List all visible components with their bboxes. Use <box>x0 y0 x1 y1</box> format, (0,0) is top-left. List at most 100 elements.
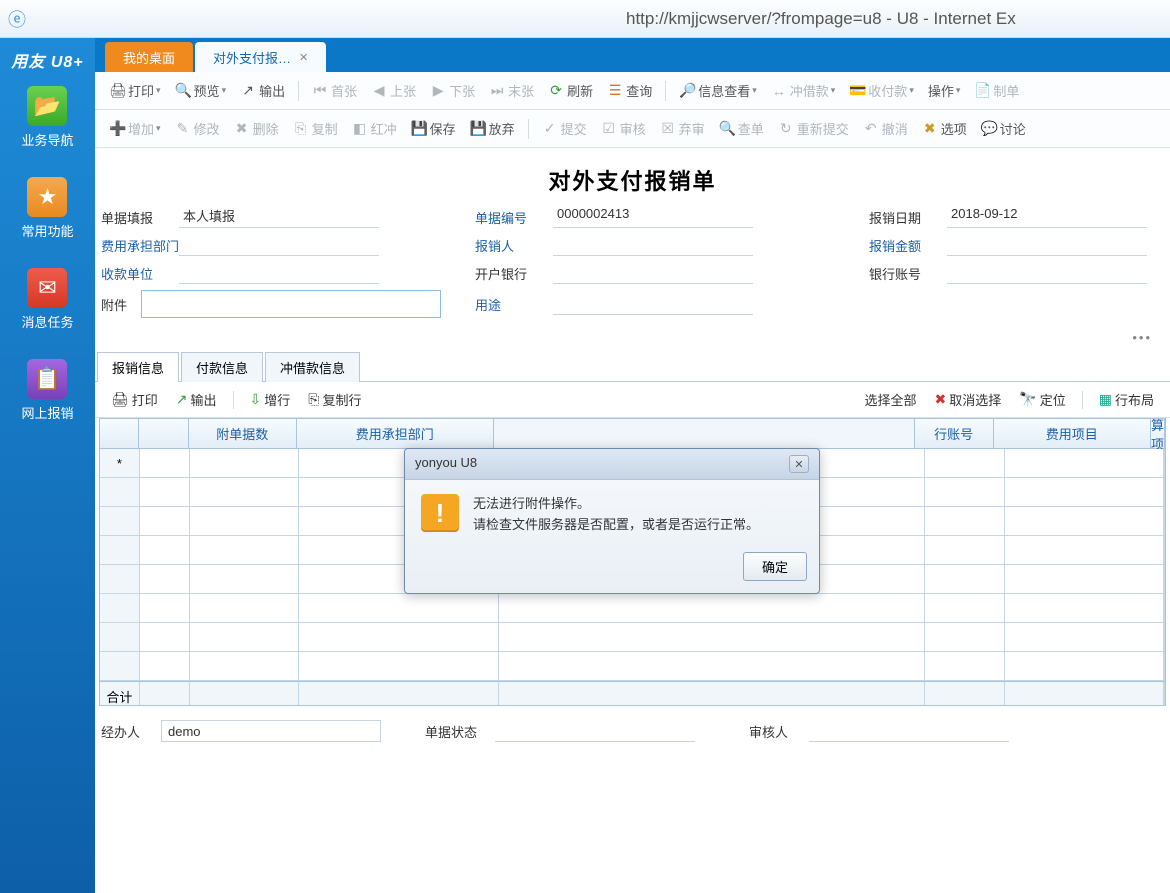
copy-button[interactable]: ⎘复制 <box>287 116 344 141</box>
export-icon: ↗ <box>240 82 256 99</box>
field-value-billfill: 本人填报 <box>179 206 379 228</box>
sidebar-item-message-task[interactable]: ✉ 消息任务 <box>21 268 73 331</box>
refresh-button[interactable]: ⟳刷新 <box>542 78 599 103</box>
next-icon: ▶ <box>430 82 446 99</box>
alert-dialog: yonyou U8 ✕ ! 无法进行附件操作。 请检查文件服务器是否配置，或者是… <box>404 448 820 594</box>
infoquery-button[interactable]: 🔎信息查看▾ <box>673 78 763 103</box>
grid-cell[interactable] <box>1005 449 1164 477</box>
field-value-person[interactable] <box>553 234 753 256</box>
field-label-date: 报销日期 <box>869 208 947 227</box>
ok-button[interactable]: 确定 <box>743 552 807 581</box>
prev-button[interactable]: ◀上张 <box>365 78 422 103</box>
grid-unselect-button[interactable]: ✖取消选择 <box>929 388 1008 411</box>
attachment-input[interactable] <box>141 290 441 318</box>
query-icon: ☰ <box>607 82 623 99</box>
resubmit-icon: ↻ <box>778 120 794 137</box>
field-value-handler[interactable]: demo <box>161 720 381 742</box>
sidebar-item-common-func[interactable]: ★ 常用功能 <box>21 177 73 240</box>
dialog-titlebar[interactable]: yonyou U8 ✕ <box>405 449 819 480</box>
grid-footer: 合计 <box>100 681 1165 706</box>
grid-addrow-button[interactable]: ⇩增行 <box>244 388 297 411</box>
unaudit-icon: ☒ <box>660 120 676 137</box>
toolbar-secondary: ➕增加▾ ✎修改 ✖删除 ⎘复制 ◧红冲 💾保存 💾放弃 ✓提交 ☑审核 ☒弃审… <box>95 110 1170 148</box>
grid-row[interactable] <box>100 652 1165 681</box>
sidebar-item-online-expense[interactable]: 📋 网上报销 <box>21 359 73 422</box>
delete-icon: ✖ <box>234 120 250 137</box>
col-header-account[interactable]: 行账号 <box>915 419 994 448</box>
field-value-billno: 0000002413 <box>553 206 753 228</box>
field-value-bank[interactable] <box>553 262 753 284</box>
submit-button[interactable]: ✓提交 <box>536 116 593 141</box>
field-value-amount[interactable] <box>947 234 1147 256</box>
grid-cell[interactable] <box>1164 449 1165 477</box>
grid-export-button[interactable]: ↗输出 <box>170 388 223 411</box>
clipboard-icon: 📋 <box>27 359 67 399</box>
save-button[interactable]: 💾保存 <box>405 116 462 141</box>
options-button[interactable]: ✖选项 <box>916 116 973 141</box>
col-header-hidden[interactable] <box>494 419 915 448</box>
grid-print-button[interactable]: 🖨打印 <box>105 388 164 411</box>
subtab-offset-info[interactable]: 冲借款信息 <box>265 352 360 382</box>
discuss-button[interactable]: 💬讨论 <box>975 116 1032 141</box>
field-value-dept[interactable] <box>179 234 379 256</box>
col-header-budget-item[interactable]: 预算项目 <box>1151 419 1165 448</box>
grid-locate-button[interactable]: 🔭定位 <box>1013 388 1071 411</box>
operate-button[interactable]: 操作▾ <box>922 78 967 103</box>
add-icon: ➕ <box>109 120 125 137</box>
col-header-rownum[interactable] <box>100 419 139 448</box>
last-button[interactable]: ⏭末张 <box>483 78 540 103</box>
col-header-blank[interactable] <box>139 419 188 448</box>
grid-cell[interactable] <box>925 449 1005 477</box>
hongchong-button[interactable]: ◧红冲 <box>346 116 403 141</box>
field-value-auditor <box>809 720 1009 742</box>
cancelop-button[interactable]: ↶撤消 <box>857 116 914 141</box>
unaudit-button[interactable]: ☒弃审 <box>654 116 711 141</box>
add-button[interactable]: ➕增加▾ <box>103 116 167 141</box>
field-value-account[interactable] <box>947 262 1147 284</box>
preview-button[interactable]: 🔍预览▾ <box>169 78 233 103</box>
resubmit-button[interactable]: ↻重新提交 <box>772 116 855 141</box>
shoufukuan-button[interactable]: 💳收付款▾ <box>843 78 920 103</box>
tab-external-payment[interactable]: 对外支付报…✕ <box>195 42 326 72</box>
field-label-bank: 开户银行 <box>475 264 553 283</box>
separator <box>298 81 299 101</box>
delete-button[interactable]: ✖删除 <box>228 116 285 141</box>
field-value-usage[interactable] <box>553 293 753 315</box>
next-button[interactable]: ▶下张 <box>424 78 481 103</box>
subtabs: 报销信息 付款信息 冲借款信息 <box>95 351 1170 382</box>
grid-selectall-button[interactable]: 选择全部 <box>859 388 923 411</box>
close-icon[interactable]: ✕ <box>789 455 809 473</box>
col-header-expense-item[interactable]: 费用项目 <box>994 419 1151 448</box>
close-icon[interactable]: ✕ <box>299 51 308 64</box>
grid-row[interactable] <box>100 594 1165 623</box>
grid-copyrow-button[interactable]: ⎘复制行 <box>302 388 367 411</box>
first-button[interactable]: ⏮首张 <box>306 78 363 103</box>
chongjiekuan-button[interactable]: ↔冲借款▾ <box>765 78 842 103</box>
subtab-expense-info[interactable]: 报销信息 <box>97 352 179 382</box>
query-button[interactable]: ☰查询 <box>601 78 658 103</box>
sidebar-item-business-nav[interactable]: 📂 业务导航 <box>21 86 73 149</box>
abandon-button[interactable]: 💾放弃 <box>464 116 521 141</box>
field-value-payee[interactable] <box>179 262 379 284</box>
subtab-payment-info[interactable]: 付款信息 <box>181 352 263 382</box>
edit-icon: ✎ <box>175 120 191 137</box>
separator <box>528 119 529 139</box>
document-title: 对外支付报销单 <box>95 148 1170 206</box>
copyrow-icon: ⎘ <box>308 391 319 408</box>
grid-row[interactable] <box>100 623 1165 652</box>
grid-cell[interactable] <box>140 449 190 477</box>
edit-button[interactable]: ✎修改 <box>169 116 226 141</box>
col-header-dept[interactable]: 费用承担部门 <box>297 419 494 448</box>
layout-icon: ▦ <box>1099 391 1112 408</box>
col-header-attachcount[interactable]: 附单据数 <box>189 419 297 448</box>
chadan-button[interactable]: 🔍查单 <box>713 116 770 141</box>
tab-desktop[interactable]: 我的桌面 <box>105 42 193 72</box>
export-button[interactable]: ↗输出 <box>234 78 291 103</box>
field-value-date[interactable]: 2018-09-12 <box>947 206 1147 228</box>
audit-button[interactable]: ☑审核 <box>595 116 652 141</box>
print-button[interactable]: 🖨打印▾ <box>103 78 167 103</box>
makebill-button[interactable]: 📄制单 <box>968 78 1025 103</box>
grid-cell[interactable] <box>190 449 300 477</box>
grid-layout-button[interactable]: ▦行布局 <box>1093 388 1160 411</box>
export-icon: ↗ <box>176 391 188 408</box>
